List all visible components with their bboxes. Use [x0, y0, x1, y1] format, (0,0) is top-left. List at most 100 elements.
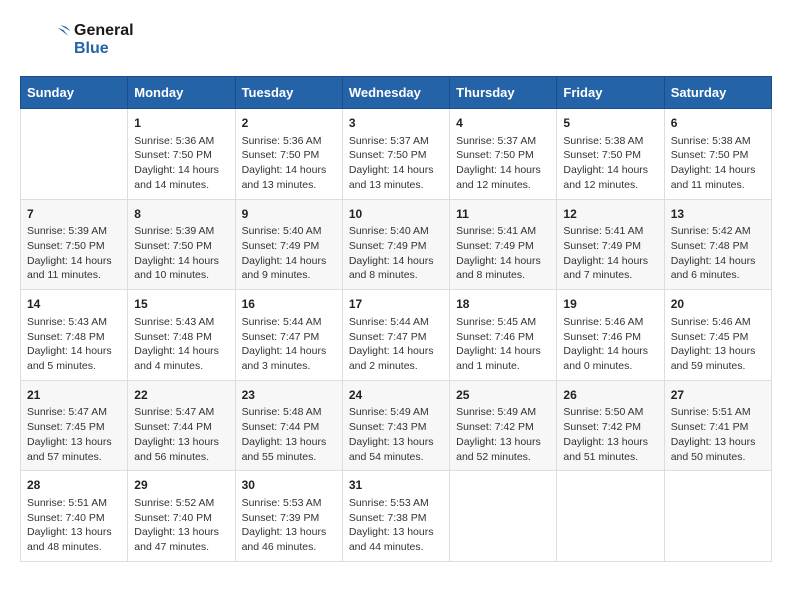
calendar-cell: 29 Sunrise: 5:52 AM Sunset: 7:40 PM Dayli… [128, 471, 235, 562]
day-info: Sunrise: 5:47 AM Sunset: 7:44 PM Dayligh… [134, 405, 228, 464]
day-number: 14 [27, 296, 121, 313]
day-info: Sunrise: 5:49 AM Sunset: 7:42 PM Dayligh… [456, 405, 550, 464]
calendar-cell: 27Sunrise: 5:51 AM Sunset: 7:41 PM Dayli… [664, 380, 771, 471]
day-info: Sunrise: 5:37 AM Sunset: 7:50 PM Dayligh… [349, 134, 443, 193]
day-number: 7 [27, 206, 121, 223]
day-number: 10 [349, 206, 443, 223]
day-info: Sunrise: 5:39 AM Sunset: 7:50 PM Dayligh… [134, 224, 228, 283]
calendar-cell: 1 Sunrise: 5:36 AM Sunset: 7:50 PM Daylig… [128, 109, 235, 200]
calendar-cell: 30 Sunrise: 5:53 AM Sunset: 7:39 PM Dayli… [235, 471, 342, 562]
calendar-cell: 17 Sunrise: 5:44 AM Sunset: 7:47 PM Dayli… [342, 290, 449, 381]
day-number: 5 [563, 115, 657, 132]
day-info: Sunrise: 5:39 AM Sunset: 7:50 PM Dayligh… [27, 224, 121, 283]
day-number: 8 [134, 206, 228, 223]
calendar-cell: 3 Sunrise: 5:37 AM Sunset: 7:50 PM Daylig… [342, 109, 449, 200]
day-number: 15 [134, 296, 228, 313]
day-number: 17 [349, 296, 443, 313]
day-number: 21 [27, 387, 121, 404]
calendar-cell [450, 471, 557, 562]
day-number: 23 [242, 387, 336, 404]
logo-general: General [74, 22, 134, 40]
day-info: Sunrise: 5:40 AM Sunset: 7:49 PM Dayligh… [349, 224, 443, 283]
day-info: Sunrise: 5:41 AM Sunset: 7:49 PM Dayligh… [456, 224, 550, 283]
calendar-cell: 25Sunrise: 5:49 AM Sunset: 7:42 PM Dayli… [450, 380, 557, 471]
day-info: Sunrise: 5:42 AM Sunset: 7:48 PM Dayligh… [671, 224, 765, 283]
day-number: 3 [349, 115, 443, 132]
calendar-cell: 14 Sunrise: 5:43 AM Sunset: 7:48 PM Dayli… [21, 290, 128, 381]
weekday-header-thursday: Thursday [450, 77, 557, 109]
calendar-cell: 15Sunrise: 5:43 AM Sunset: 7:48 PM Dayli… [128, 290, 235, 381]
day-info: Sunrise: 5:51 AM Sunset: 7:41 PM Dayligh… [671, 405, 765, 464]
day-number: 20 [671, 296, 765, 313]
logo-icon [20, 20, 70, 60]
calendar-cell: 19 Sunrise: 5:46 AM Sunset: 7:46 PM Dayli… [557, 290, 664, 381]
day-info: Sunrise: 5:53 AM Sunset: 7:39 PM Dayligh… [242, 496, 336, 555]
calendar-cell [21, 109, 128, 200]
day-number: 28 [27, 477, 121, 494]
day-info: Sunrise: 5:50 AM Sunset: 7:42 PM Dayligh… [563, 405, 657, 464]
calendar-cell: 26Sunrise: 5:50 AM Sunset: 7:42 PM Dayli… [557, 380, 664, 471]
day-number: 29 [134, 477, 228, 494]
calendar-cell: 23Sunrise: 5:48 AM Sunset: 7:44 PM Dayli… [235, 380, 342, 471]
calendar-week-row: 7Sunrise: 5:39 AM Sunset: 7:50 PM Daylig… [21, 199, 772, 290]
calendar-cell: 12Sunrise: 5:41 AM Sunset: 7:49 PM Dayli… [557, 199, 664, 290]
day-number: 30 [242, 477, 336, 494]
day-number: 6 [671, 115, 765, 132]
calendar-week-row: 14 Sunrise: 5:43 AM Sunset: 7:48 PM Dayli… [21, 290, 772, 381]
calendar-week-row: 21Sunrise: 5:47 AM Sunset: 7:45 PM Dayli… [21, 380, 772, 471]
day-info: Sunrise: 5:49 AM Sunset: 7:43 PM Dayligh… [349, 405, 443, 464]
calendar-cell: 21Sunrise: 5:47 AM Sunset: 7:45 PM Dayli… [21, 380, 128, 471]
calendar-cell [557, 471, 664, 562]
day-number: 4 [456, 115, 550, 132]
day-info: Sunrise: 5:38 AM Sunset: 7:50 PM Dayligh… [563, 134, 657, 193]
calendar-cell: 9Sunrise: 5:40 AM Sunset: 7:49 PM Daylig… [235, 199, 342, 290]
calendar-cell: 28 Sunrise: 5:51 AM Sunset: 7:40 PM Dayli… [21, 471, 128, 562]
day-info: Sunrise: 5:43 AM Sunset: 7:48 PM Dayligh… [27, 315, 121, 374]
weekday-header-monday: Monday [128, 77, 235, 109]
day-number: 11 [456, 206, 550, 223]
calendar-week-row: 28 Sunrise: 5:51 AM Sunset: 7:40 PM Dayli… [21, 471, 772, 562]
logo: GeneralBlue [20, 20, 134, 60]
page-header: GeneralBlue [20, 20, 772, 60]
day-info: Sunrise: 5:48 AM Sunset: 7:44 PM Dayligh… [242, 405, 336, 464]
day-number: 9 [242, 206, 336, 223]
calendar-cell: 2Sunrise: 5:36 AM Sunset: 7:50 PM Daylig… [235, 109, 342, 200]
weekday-header-tuesday: Tuesday [235, 77, 342, 109]
calendar-cell: 20 Sunrise: 5:46 AM Sunset: 7:45 PM Dayli… [664, 290, 771, 381]
day-number: 19 [563, 296, 657, 313]
day-info: Sunrise: 5:53 AM Sunset: 7:38 PM Dayligh… [349, 496, 443, 555]
day-info: Sunrise: 5:44 AM Sunset: 7:47 PM Dayligh… [349, 315, 443, 374]
calendar-cell: 11Sunrise: 5:41 AM Sunset: 7:49 PM Dayli… [450, 199, 557, 290]
day-info: Sunrise: 5:36 AM Sunset: 7:50 PM Dayligh… [134, 134, 228, 193]
calendar-cell: 18Sunrise: 5:45 AM Sunset: 7:46 PM Dayli… [450, 290, 557, 381]
logo-text-block: GeneralBlue [74, 22, 134, 58]
calendar-cell: 16Sunrise: 5:44 AM Sunset: 7:47 PM Dayli… [235, 290, 342, 381]
calendar-cell: 13Sunrise: 5:42 AM Sunset: 7:48 PM Dayli… [664, 199, 771, 290]
calendar-cell: 6Sunrise: 5:38 AM Sunset: 7:50 PM Daylig… [664, 109, 771, 200]
calendar-table: SundayMondayTuesdayWednesdayThursdayFrid… [20, 76, 772, 562]
day-number: 13 [671, 206, 765, 223]
calendar-cell: 5 Sunrise: 5:38 AM Sunset: 7:50 PM Daylig… [557, 109, 664, 200]
calendar-cell: 4Sunrise: 5:37 AM Sunset: 7:50 PM Daylig… [450, 109, 557, 200]
calendar-cell: 31 Sunrise: 5:53 AM Sunset: 7:38 PM Dayli… [342, 471, 449, 562]
day-number: 22 [134, 387, 228, 404]
weekday-header-wednesday: Wednesday [342, 77, 449, 109]
day-number: 2 [242, 115, 336, 132]
calendar-cell: 7Sunrise: 5:39 AM Sunset: 7:50 PM Daylig… [21, 199, 128, 290]
day-info: Sunrise: 5:45 AM Sunset: 7:46 PM Dayligh… [456, 315, 550, 374]
day-info: Sunrise: 5:40 AM Sunset: 7:49 PM Dayligh… [242, 224, 336, 283]
day-number: 1 [134, 115, 228, 132]
weekday-header-sunday: Sunday [21, 77, 128, 109]
day-number: 31 [349, 477, 443, 494]
weekday-header-friday: Friday [557, 77, 664, 109]
day-info: Sunrise: 5:51 AM Sunset: 7:40 PM Dayligh… [27, 496, 121, 555]
calendar-cell: 8Sunrise: 5:39 AM Sunset: 7:50 PM Daylig… [128, 199, 235, 290]
day-info: Sunrise: 5:46 AM Sunset: 7:46 PM Dayligh… [563, 315, 657, 374]
day-info: Sunrise: 5:46 AM Sunset: 7:45 PM Dayligh… [671, 315, 765, 374]
day-info: Sunrise: 5:44 AM Sunset: 7:47 PM Dayligh… [242, 315, 336, 374]
logo-blue: Blue [74, 40, 134, 58]
day-info: Sunrise: 5:47 AM Sunset: 7:45 PM Dayligh… [27, 405, 121, 464]
day-number: 25 [456, 387, 550, 404]
day-info: Sunrise: 5:52 AM Sunset: 7:40 PM Dayligh… [134, 496, 228, 555]
calendar-cell: 22Sunrise: 5:47 AM Sunset: 7:44 PM Dayli… [128, 380, 235, 471]
